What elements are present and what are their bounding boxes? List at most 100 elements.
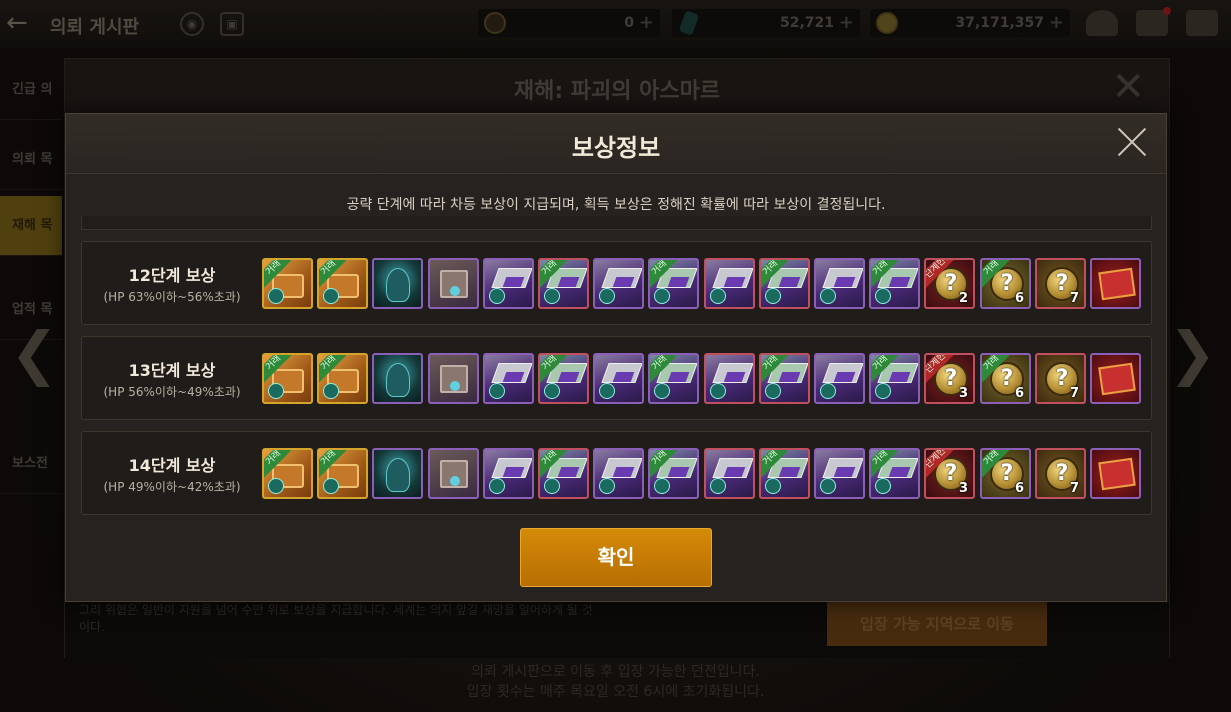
reward-item-gear-green[interactable]: 거래	[648, 258, 699, 309]
reward-item-gear-silver[interactable]	[704, 448, 755, 499]
item-count: 3	[958, 481, 968, 496]
reward-item-gear-green[interactable]: 거래	[538, 258, 589, 309]
bound-badge-icon	[875, 383, 891, 399]
reward-item-q-red[interactable]: ? 단계한 2	[924, 258, 975, 309]
reward-item-gear-silver[interactable]	[483, 258, 534, 309]
gear-silver-icon	[491, 458, 532, 478]
reward-item-q-gold[interactable]: ? 거래 6	[980, 258, 1031, 309]
reward-item-gear-silver[interactable]	[814, 448, 865, 499]
reward-item-red-box[interactable]	[1090, 258, 1141, 309]
reward-item-q-gold2[interactable]: ? 7	[1035, 353, 1086, 404]
item-count: 3	[958, 386, 968, 401]
modal-header: 보상정보	[66, 114, 1166, 174]
stage-hp-range: (HP 56%이하~49%초과)	[103, 385, 241, 399]
item-count: 6	[1014, 386, 1024, 401]
item-count: 2	[958, 291, 968, 306]
reward-item-chest[interactable]: 거래	[262, 353, 313, 404]
bound-badge-icon	[489, 288, 505, 304]
reward-item-chest[interactable]: 거래	[262, 448, 313, 499]
monster-icon	[386, 363, 410, 397]
reward-item-gear-green[interactable]: 거래	[759, 353, 810, 404]
gear-silver-icon	[712, 268, 753, 288]
reward-item-gear-green[interactable]: 거래	[869, 353, 920, 404]
reward-item-q-red[interactable]: ? 단계한 3	[924, 448, 975, 499]
red-box-icon	[1098, 362, 1136, 396]
reward-item-chest[interactable]: 거래	[317, 258, 368, 309]
bound-badge-icon	[710, 383, 726, 399]
modal-description: 공략 단계에 따라 차등 보상이 지급되며, 획득 보상은 정해진 확률에 따라…	[346, 197, 886, 213]
bound-badge-icon	[820, 478, 836, 494]
bound-badge-icon	[875, 288, 891, 304]
item-count: 6	[1014, 291, 1024, 306]
item-count: 7	[1069, 481, 1079, 496]
reward-item-q-red[interactable]: ? 단계한 3	[924, 353, 975, 404]
box-icon	[440, 270, 468, 298]
gear-silver-icon	[491, 363, 532, 383]
gear-silver-icon	[601, 458, 642, 478]
reward-item-box[interactable]	[428, 258, 479, 309]
reward-item-red-box[interactable]	[1090, 353, 1141, 404]
bound-badge-icon	[268, 288, 284, 304]
monster-icon	[386, 268, 410, 302]
gear-silver-icon	[712, 363, 753, 383]
scroll-edge	[81, 216, 1152, 230]
gear-silver-icon	[822, 268, 863, 288]
stage-hp-range: (HP 49%이하~42%초과)	[103, 480, 241, 494]
reward-item-gear-silver[interactable]	[814, 258, 865, 309]
box-icon	[440, 365, 468, 393]
reward-item-gear-silver[interactable]	[593, 448, 644, 499]
bound-badge-icon	[323, 383, 339, 399]
reward-item-chest[interactable]: 거래	[262, 258, 313, 309]
stage-title: 12단계 보상	[128, 266, 216, 285]
item-count: 6	[1014, 481, 1024, 496]
reward-item-q-gold2[interactable]: ? 7	[1035, 448, 1086, 499]
reward-item-gear-green[interactable]: 거래	[648, 448, 699, 499]
reward-item-gear-green[interactable]: 거래	[759, 258, 810, 309]
reward-row: 13단계 보상 (HP 56%이하~49%초과) 거래 거래 거래 거래 거래 거래? 단계한 3…	[81, 336, 1152, 420]
reward-info-modal: 보상정보 공략 단계에 따라 차등 보상이 지급되며, 획득 보상은 정해진 확…	[65, 113, 1167, 602]
reward-item-q-gold2[interactable]: ? 7	[1035, 258, 1086, 309]
bound-badge-icon	[544, 288, 560, 304]
reward-item-gear-green[interactable]: 거래	[869, 448, 920, 499]
gear-silver-icon	[601, 268, 642, 288]
stage-title: 14단계 보상	[128, 456, 216, 475]
close-icon[interactable]	[1116, 126, 1148, 158]
reward-stage-label: 13단계 보상 (HP 56%이하~49%초과)	[82, 337, 262, 421]
reward-row: 14단계 보상 (HP 49%이하~42%초과) 거래 거래 거래 거래 거래 거래? 단계한 3…	[81, 431, 1152, 515]
reward-item-gear-silver[interactable]	[704, 258, 755, 309]
reward-item-q-gold[interactable]: ? 거래 6	[980, 353, 1031, 404]
reward-item-chest[interactable]: 거래	[317, 353, 368, 404]
bound-badge-icon	[489, 478, 505, 494]
reward-item-gear-silver[interactable]	[593, 353, 644, 404]
reward-item-gear-green[interactable]: 거래	[869, 258, 920, 309]
reward-item-monster[interactable]	[372, 258, 423, 309]
reward-item-box[interactable]	[428, 448, 479, 499]
bound-badge-icon	[268, 383, 284, 399]
reward-item-q-gold[interactable]: ? 거래 6	[980, 448, 1031, 499]
confirm-button[interactable]: 확인	[520, 528, 712, 587]
gear-silver-icon	[822, 363, 863, 383]
reward-item-gear-silver[interactable]	[483, 448, 534, 499]
reward-item-monster[interactable]	[372, 448, 423, 499]
reward-item-gear-green[interactable]: 거래	[648, 353, 699, 404]
reward-item-gear-silver[interactable]	[704, 353, 755, 404]
reward-item-gear-silver[interactable]	[814, 353, 865, 404]
reward-item-chest[interactable]: 거래	[317, 448, 368, 499]
red-box-icon	[1098, 457, 1136, 491]
stage-hp-range: (HP 63%이하~56%초과)	[103, 290, 241, 304]
reward-item-red-box[interactable]	[1090, 448, 1141, 499]
reward-item-gear-green[interactable]: 거래	[538, 353, 589, 404]
reward-item-monster[interactable]	[372, 353, 423, 404]
gear-silver-icon	[601, 363, 642, 383]
reward-stage-label: 12단계 보상 (HP 63%이하~56%초과)	[82, 242, 262, 326]
bound-badge-icon	[323, 288, 339, 304]
reward-item-gear-green[interactable]: 거래	[538, 448, 589, 499]
reward-item-box[interactable]	[428, 353, 479, 404]
bound-badge-icon	[268, 478, 284, 494]
gear-silver-icon	[491, 268, 532, 288]
bound-badge-icon	[654, 288, 670, 304]
reward-item-gear-silver[interactable]	[593, 258, 644, 309]
reward-item-gear-green[interactable]: 거래	[759, 448, 810, 499]
bound-badge-icon	[765, 288, 781, 304]
reward-item-gear-silver[interactable]	[483, 353, 534, 404]
